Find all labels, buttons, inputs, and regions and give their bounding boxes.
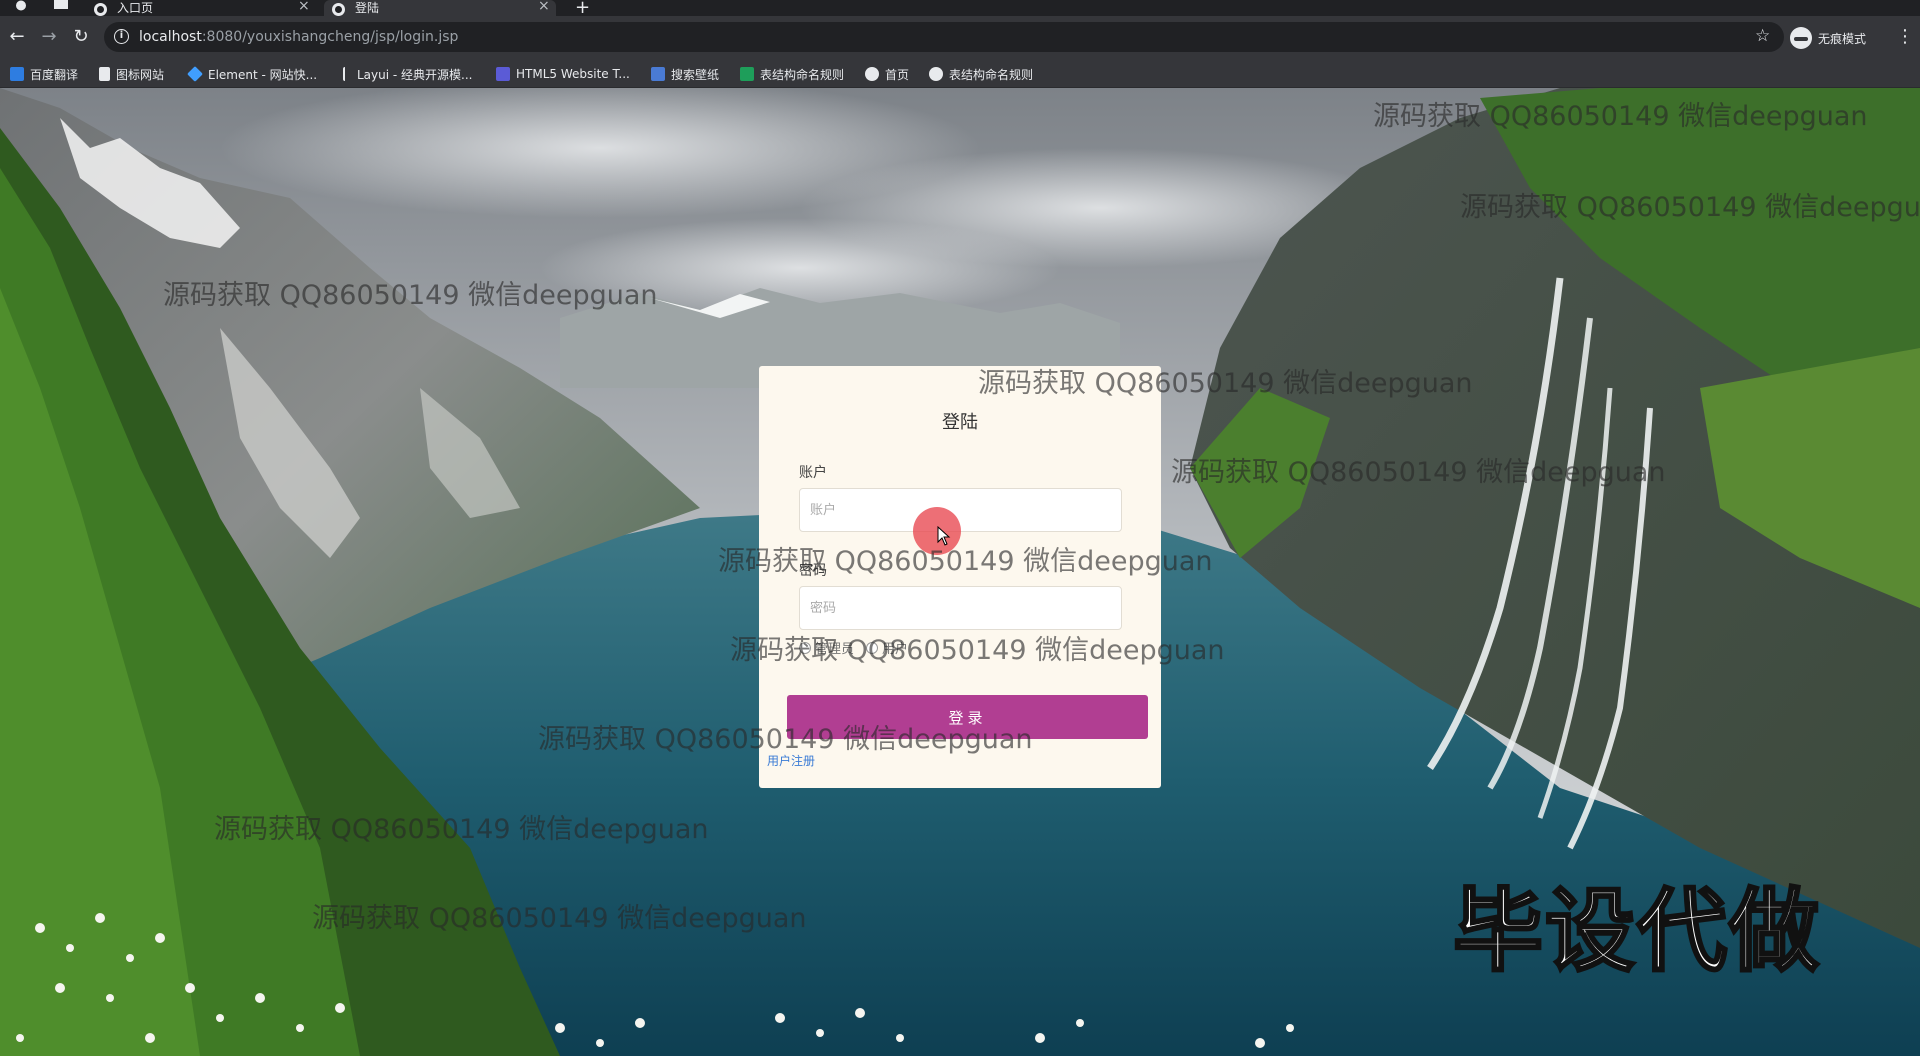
watermark-text: 源码获取 QQ86050149 微信deepguan <box>1171 457 1666 488</box>
layui-icon <box>343 67 351 81</box>
reload-icon[interactable]: ↻ <box>70 26 92 48</box>
browser-tab-strip: 入口页 × 登陆 × + <box>0 0 1920 18</box>
bookmarks-bar: 百度翻译 图标网站 Element - 网站快... Layui - 经典开源模… <box>0 60 1920 88</box>
translate-icon <box>10 67 24 81</box>
bookmark-star-icon[interactable]: ☆ <box>1755 26 1770 46</box>
info-icon[interactable]: i <box>114 29 129 44</box>
tab-login-title: 登陆 <box>355 1 380 15</box>
wallpaper-icon <box>651 67 665 81</box>
globe-icon <box>332 3 345 16</box>
bookmark-label: 百度翻译 <box>30 67 79 82</box>
tab-login[interactable]: 登陆 × <box>324 0 556 16</box>
bookmark-label: 首页 <box>885 67 910 82</box>
close-icon[interactable]: × <box>298 0 310 14</box>
tab-search-icon[interactable] <box>54 0 68 11</box>
bookmark-label: HTML5 Website T... <box>516 67 630 81</box>
watermark-text: 源码获取 QQ86050149 微信deepguan <box>214 814 709 845</box>
password-input[interactable] <box>799 586 1122 630</box>
bookmark-label: Element - 网站快... <box>208 67 318 82</box>
globe-icon <box>94 3 107 16</box>
incognito-label: 无痕模式 <box>1818 31 1867 46</box>
bookmark-label: 图标网站 <box>116 67 165 82</box>
watermark-text: 源码获取 QQ86050149 微信deepguan <box>978 368 1473 399</box>
kebab-menu-icon[interactable]: ⋮ <box>1896 26 1914 47</box>
promo-text: 毕设代做 <box>1452 878 1821 986</box>
watermark-text: 源码获取 QQ86050149 微信deepguan <box>718 546 1213 577</box>
url-host: localhost <box>139 29 202 45</box>
window-menu-icon[interactable] <box>14 0 28 11</box>
watermark-text: 源码获取 QQ86050149 微信deepguan <box>1460 192 1920 223</box>
globe-icon <box>865 67 879 81</box>
watermark-text: 源码获取 QQ86050149 微信deepguan <box>730 635 1225 666</box>
url-text[interactable]: localhost:8080/youxishangcheng/jsp/login… <box>139 29 458 45</box>
sheet-icon <box>740 67 754 81</box>
page-viewport: 登陆 账户 密码 管理员 用户 登录 用户注册 源码获取 QQ86050149 … <box>0 88 1920 1056</box>
forward-icon[interactable]: → <box>38 26 60 48</box>
bookmark-item[interactable]: 表结构命名规则 <box>929 66 1033 82</box>
html5-icon <box>496 67 510 81</box>
bookmark-item[interactable]: 搜索壁纸 <box>651 66 719 82</box>
watermark-text: 源码获取 QQ86050149 微信deepguan <box>538 724 1033 755</box>
browser-toolbar: ← → ↻ i localhost:8080/youxishangcheng/j… <box>0 16 1920 60</box>
account-label: 账户 <box>799 465 827 481</box>
bookmark-item[interactable]: Element - 网站快... <box>187 66 318 82</box>
back-icon[interactable]: ← <box>6 26 28 48</box>
element-icon <box>187 66 203 82</box>
bookmark-item[interactable]: 首页 <box>865 66 909 82</box>
login-title: 登陆 <box>942 412 978 433</box>
bookmark-label: 表结构命名规则 <box>949 67 1034 82</box>
address-bar[interactable]: i localhost:8080/youxishangcheng/jsp/log… <box>104 22 1784 52</box>
tab-home[interactable]: 入口页 × <box>86 0 316 16</box>
watermark-text: 源码获取 QQ86050149 微信deepguan <box>163 280 658 311</box>
tab-home-title: 入口页 <box>117 1 154 15</box>
bookmark-item[interactable]: HTML5 Website T... <box>496 66 630 82</box>
incognito-icon <box>1790 27 1812 49</box>
globe-icon <box>929 67 943 81</box>
bookmark-label: 表结构命名规则 <box>760 67 845 82</box>
watermark-text: 源码获取 QQ86050149 微信deepguan <box>1373 101 1868 132</box>
watermark-text: 源码获取 QQ86050149 微信deepguan <box>312 903 807 934</box>
bookmark-item[interactable]: 图标网站 <box>99 66 164 82</box>
url-path: :8080/youxishangcheng/jsp/login.jsp <box>201 29 459 45</box>
bookmark-label: 搜索壁纸 <box>671 67 720 82</box>
bookmark-label: Layui - 经典开源模... <box>357 67 473 82</box>
bookmark-item[interactable]: Layui - 经典开源模... <box>343 66 472 82</box>
incognito-badge[interactable]: 无痕模式 <box>1790 25 1866 51</box>
close-icon[interactable]: × <box>538 0 550 14</box>
bookmark-item[interactable]: 表结构命名规则 <box>740 66 844 82</box>
flag-icon <box>99 67 110 81</box>
bookmark-item[interactable]: 百度翻译 <box>10 66 78 82</box>
